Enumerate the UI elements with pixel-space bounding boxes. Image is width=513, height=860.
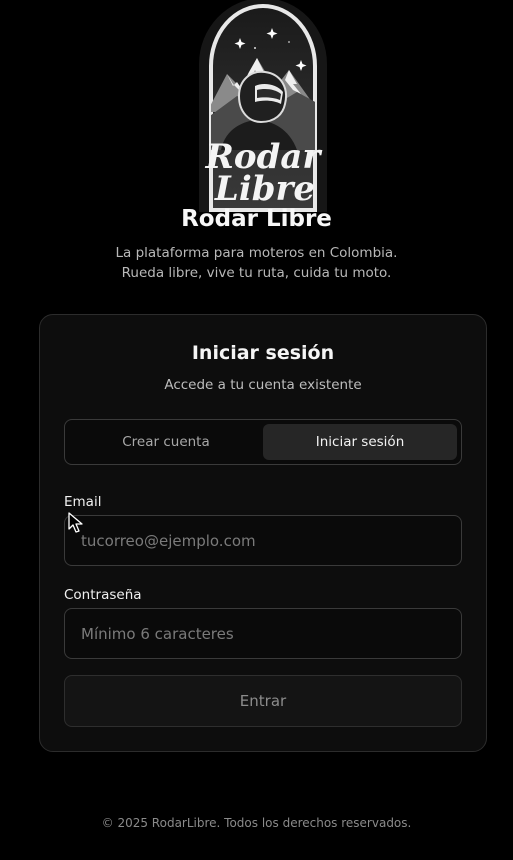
logo-text-line2: Libre — [214, 169, 315, 209]
mouse-pointer-icon — [68, 512, 83, 533]
login-card: Iniciar sesión Accede a tu cuenta existe… — [39, 314, 487, 752]
password-field[interactable] — [64, 608, 462, 659]
card-subtitle: Accede a tu cuenta existente — [164, 377, 362, 393]
footer-copyright: © 2025 RodarLibre. Todos los derechos re… — [101, 816, 412, 830]
login-page: Rodar Libre Rodar Libre La plataforma pa… — [0, 0, 513, 860]
email-field[interactable] — [64, 515, 462, 566]
email-label: Email — [64, 494, 102, 510]
tab-create-account[interactable]: Crear cuenta — [69, 424, 263, 460]
tab-login[interactable]: Iniciar sesión — [263, 424, 457, 460]
brand-title: Rodar Libre — [181, 206, 332, 232]
password-label: Contraseña — [64, 587, 142, 603]
rodar-libre-logo: Rodar Libre — [199, 0, 327, 212]
submit-button[interactable]: Entrar — [64, 675, 462, 727]
tagline-line2: Rueda libre, vive tu ruta, cuida tu moto… — [121, 265, 392, 281]
auth-tabs: Crear cuenta Iniciar sesión — [64, 419, 462, 465]
card-title: Iniciar sesión — [191, 342, 335, 364]
tagline-line1: La plataforma para moteros en Colombia. — [115, 245, 398, 261]
